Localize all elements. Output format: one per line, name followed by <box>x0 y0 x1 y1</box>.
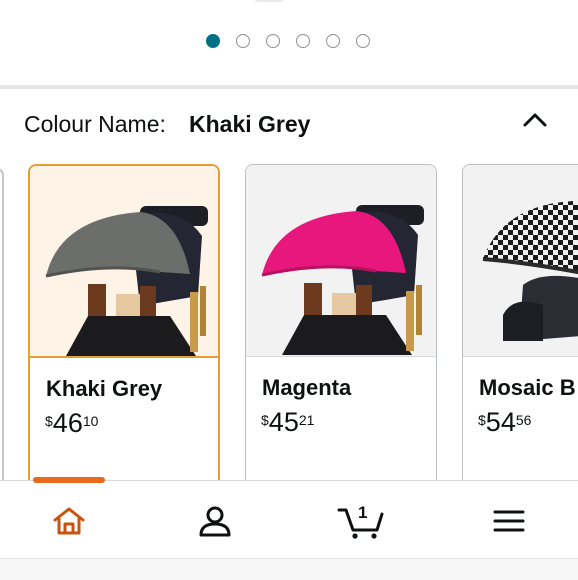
swatch-card-magenta[interactable]: Magenta $ 45 21 <box>245 164 437 484</box>
price-whole: 46 <box>52 408 83 438</box>
currency-symbol: $ <box>45 413 53 429</box>
carousel-dot[interactable] <box>356 34 370 48</box>
price-whole: 54 <box>485 407 516 437</box>
image-carousel-edge <box>254 0 284 2</box>
colour-swatch-list: Khaki Grey $ 46 10 Magenta $ 45 21 Mosai… <box>0 164 578 484</box>
chevron-up-icon <box>523 113 547 127</box>
stroller-image <box>45 206 208 356</box>
system-bottom-bar <box>0 558 578 580</box>
active-tab-indicator <box>33 477 105 483</box>
carousel-dot[interactable] <box>206 34 220 48</box>
account-icon <box>199 506 231 537</box>
menu-icon <box>493 510 525 532</box>
swatch-price: $ 45 21 <box>261 409 314 436</box>
colour-selected-value: Khaki Grey <box>189 111 311 137</box>
swatch-image <box>30 166 218 358</box>
swatch-name: Magenta <box>262 375 352 400</box>
nav-home[interactable] <box>45 499 93 543</box>
stroller-image <box>482 201 578 341</box>
colour-label: Colour Name: <box>24 111 166 137</box>
swatch-image <box>246 165 436 357</box>
swatch-price: $ 46 10 <box>45 410 98 437</box>
stroller-image <box>261 205 424 355</box>
carousel-dot[interactable] <box>236 34 250 48</box>
screen: Colour Name: Khaki Grey Khaki Grey $ 46 … <box>0 0 578 580</box>
currency-symbol: $ <box>261 412 269 428</box>
swatch-image <box>463 165 578 357</box>
carousel-pagination <box>206 34 370 48</box>
currency-symbol: $ <box>478 412 486 428</box>
collapse-button[interactable] <box>519 107 551 133</box>
price-fraction: 21 <box>298 412 315 428</box>
swatch-name: Mosaic B <box>479 375 576 400</box>
swatch-card-partial[interactable] <box>0 168 4 484</box>
home-icon <box>53 507 85 535</box>
swatch-card-khaki-grey[interactable]: Khaki Grey $ 46 10 <box>28 164 220 484</box>
price-fraction: 10 <box>82 413 99 429</box>
colour-selector-header[interactable]: Colour Name: Khaki Grey <box>0 89 578 159</box>
price-fraction: 56 <box>515 412 532 428</box>
swatch-price: $ 54 56 <box>478 409 531 436</box>
nav-cart[interactable]: 1 <box>335 499 387 543</box>
swatch-card-mosaic[interactable]: Mosaic B $ 54 56 <box>462 164 578 484</box>
nav-menu[interactable] <box>485 499 533 543</box>
carousel-dot[interactable] <box>296 34 310 48</box>
nav-account[interactable] <box>191 499 239 543</box>
carousel-dot[interactable] <box>326 34 340 48</box>
swatch-name: Khaki Grey <box>46 376 163 401</box>
price-whole: 45 <box>268 407 299 437</box>
cart-count-badge: 1 <box>358 503 368 522</box>
carousel-dot[interactable] <box>266 34 280 48</box>
bottom-navigation: 1 <box>0 477 578 560</box>
